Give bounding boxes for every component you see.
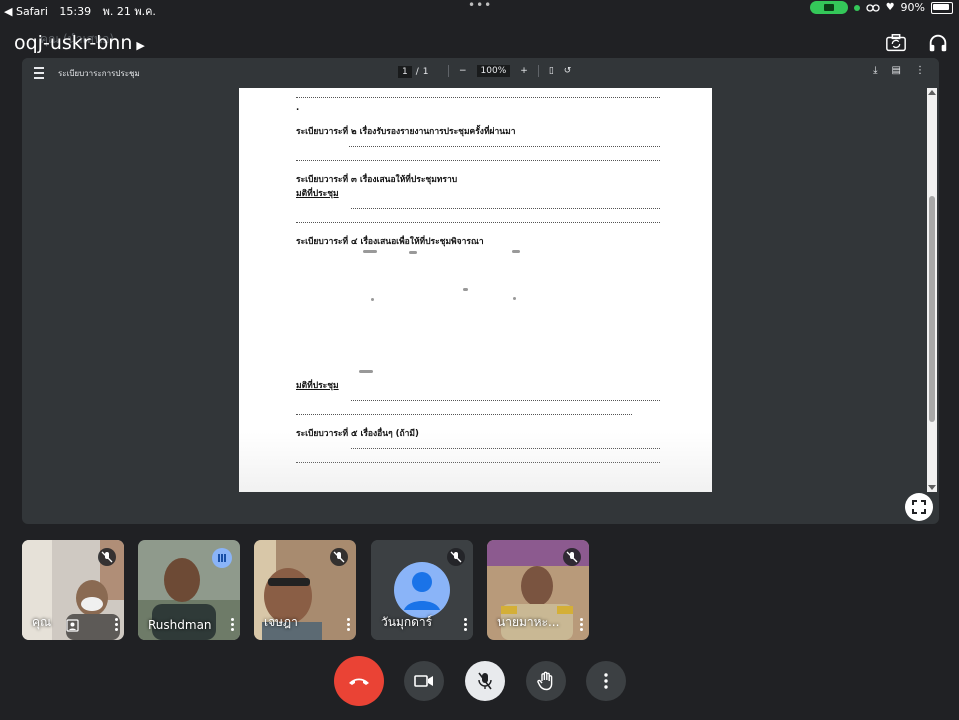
speaking-indicator-icon (212, 548, 232, 568)
presentation-stage: ระเบียบวาระการประชุม 1 / 1 − 100% + ▯ ↺ … (22, 58, 939, 524)
resolution-label: มติที่ประชุม (296, 381, 339, 391)
participant-name: เจษฎา (264, 615, 298, 629)
chevron-right-icon: ▶ (136, 39, 145, 52)
battery-icon (931, 1, 953, 14)
participant-name: นายมาหะ... (497, 615, 560, 629)
pdf-page: . ระเบียบวาระที่ ๒ เรื่องรับรองรายงานการ… (239, 88, 712, 492)
participant-tile[interactable]: คุณ (22, 540, 124, 640)
scan-artifact (463, 288, 468, 291)
dotted-line (351, 208, 660, 209)
raise-hand-button[interactable] (526, 661, 566, 701)
pdf-scrollbar[interactable] (927, 88, 937, 492)
fullscreen-button[interactable] (905, 493, 933, 521)
dotted-line (349, 146, 660, 147)
meeting-code[interactable]: oqj-uskr-bnn ▶ (14, 32, 145, 54)
more-options-icon (604, 673, 608, 689)
status-date: พ. 21 พ.ค. (102, 5, 156, 18)
scroll-up-icon[interactable] (928, 90, 936, 95)
participant-tile[interactable]: วันมุกดาร์ (371, 540, 473, 640)
add-person-icon[interactable] (66, 618, 80, 632)
page-total: 1 (422, 67, 429, 77)
pdf-toolbar: ระเบียบวาระการประชุม 1 / 1 − 100% + ▯ ↺ … (22, 58, 939, 86)
more-vert-icon[interactable] (464, 618, 467, 632)
dotted-line (296, 222, 660, 223)
end-call-icon (349, 678, 369, 685)
download-icon[interactable]: ⤓ (873, 65, 877, 76)
zoom-in-icon[interactable]: + (520, 66, 528, 76)
back-to-safari[interactable]: ◀ Safari (4, 5, 48, 18)
fullscreen-icon (912, 500, 926, 514)
page-fade (239, 432, 712, 492)
agenda-item-2: ระเบียบวาระที่ ๒ เรื่องรับรองรายงานการปร… (296, 127, 516, 137)
dotted-line (351, 400, 660, 401)
raise-hand-icon (537, 671, 553, 691)
mic-off-icon (478, 672, 492, 690)
dotted-line (296, 414, 632, 415)
status-time: 15:39 (59, 5, 92, 18)
more-vert-icon[interactable] (580, 618, 583, 632)
agenda-item-4: ระเบียบวาระที่ ๔ เรื่องเสนอเพื่อให้ที่ปร… (296, 237, 484, 247)
mic-off-icon (563, 548, 581, 566)
scroll-thumb[interactable] (929, 196, 935, 422)
mic-off-icon (98, 548, 116, 566)
participant-name: Rushdman (148, 618, 212, 632)
rotate-icon[interactable]: ↺ (564, 66, 572, 76)
participant-tile[interactable]: นายมาหะ... (487, 540, 589, 640)
fit-page-icon[interactable]: ▯ (549, 66, 554, 76)
zoom-controls: − 100% + ▯ ↺ (448, 65, 571, 77)
scan-artifact (409, 251, 417, 254)
print-icon[interactable]: ▤ (892, 65, 901, 76)
mic-off-icon (447, 548, 465, 566)
dotted-line (296, 97, 660, 98)
scan-artifact (359, 370, 373, 373)
participant-name: วันมุกดาร์ (381, 615, 433, 629)
more-vert-icon[interactable]: ⋮ (915, 65, 925, 76)
multitask-dots-icon[interactable]: ••• (468, 0, 492, 12)
camera-in-use-pill (809, 1, 848, 14)
heart-icon: ♥ (885, 2, 895, 13)
divider (448, 65, 449, 77)
divider (537, 65, 539, 77)
video-icon (823, 4, 834, 11)
agenda-item-3: ระเบียบวาระที่ ๓ เรื่องเสนอให้ที่ประชุมท… (296, 175, 458, 185)
more-options-button[interactable] (586, 661, 626, 701)
menu-icon[interactable] (34, 67, 44, 79)
scan-artifact (513, 297, 516, 300)
switch-camera-icon[interactable] (885, 32, 907, 54)
scan-artifact (363, 250, 377, 253)
pdf-dot: . (296, 103, 300, 113)
scan-artifact (371, 298, 374, 301)
battery-percent: 90% (900, 1, 925, 14)
scroll-down-icon[interactable] (928, 485, 936, 490)
headphones-icon[interactable] (927, 32, 949, 54)
ios-status-bar: ◀ Safari 15:39 พ. 21 พ.ค. ••• ♥ 90% (0, 0, 959, 18)
scan-artifact (512, 250, 520, 253)
resolution-label: มติที่ประชุม (296, 189, 339, 199)
camera-button[interactable] (404, 661, 444, 701)
more-vert-icon[interactable] (231, 618, 234, 632)
more-vert-icon[interactable] (347, 618, 350, 632)
pdf-title: ระเบียบวาระการประชุม (58, 69, 140, 78)
camera-icon (414, 675, 433, 687)
link-icon (865, 3, 880, 12)
mic-button[interactable] (465, 661, 505, 701)
dotted-line (296, 160, 660, 161)
zoom-level[interactable]: 100% (476, 65, 511, 77)
mic-off-icon (330, 548, 348, 566)
meeting-code-text: oqj-uskr-bnn (14, 32, 133, 54)
page-indicator: 1 / 1 (398, 66, 429, 78)
participant-name: คุณ (32, 615, 52, 629)
page-current-input[interactable]: 1 (398, 66, 412, 78)
zoom-out-icon[interactable]: − (459, 66, 467, 76)
page-separator: / (415, 67, 419, 77)
camera-indicator-dot (853, 4, 860, 11)
end-call-button[interactable] (334, 656, 384, 706)
more-vert-icon[interactable] (115, 618, 118, 632)
participant-tile[interactable]: Rushdman (138, 540, 240, 640)
participant-tile[interactable]: เจษฎา (254, 540, 356, 640)
